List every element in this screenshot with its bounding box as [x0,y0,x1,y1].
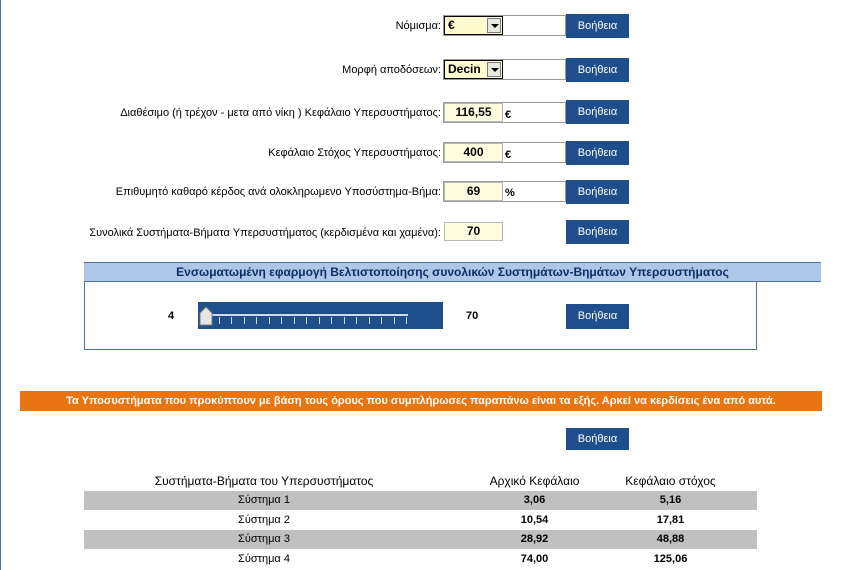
slider-tick [293,317,295,324]
total-systems-label: Συνολικά Συστήματα-Βήματα Υπερσυστήματος… [89,227,441,239]
target-capital-label: Κεφάλαιο Στόχος Υπερσυστήματος: [268,147,441,159]
slider-tick [256,317,257,324]
slider-tick [243,317,245,324]
target-capital: 48,88 [656,533,685,545]
slider-thumb[interactable] [199,306,213,326]
slider-max-value: 70 [466,310,479,322]
col-header-initial: Αρχικό Κεφάλαιο [489,474,580,488]
initial-capital: 10,54 [520,514,549,526]
desired-profit-label: Επιθυμητό καθαρό κέρδος ανά ολοκληρωμενο… [115,186,441,198]
system-name: Σύστημα 1 [238,494,290,506]
table-row: Σύστημα 4 74,00 125,06 [84,550,757,569]
target-capital: 17,81 [656,514,685,526]
system-name: Σύστημα 3 [238,533,290,545]
slider-tick [343,317,345,324]
slider-tick [268,317,270,324]
slider-tick [281,317,282,324]
desired-profit-input[interactable]: 69 [444,182,503,201]
system-name: Σύστημα 4 [238,553,290,565]
currency-value: € [448,18,455,32]
target-capital-unit: € [505,149,512,161]
slider-min-value: 4 [168,310,175,322]
currency-help-button[interactable]: Βοήθεια [566,14,629,38]
slider-tick [406,317,407,324]
currency-label: Νόμισμα: [395,20,441,32]
optimizer-title: Ενσωματωμένη εφαρμογή Βελτιστοποίησης συ… [84,262,821,282]
optimizer-help-button[interactable]: Βοήθεια [566,304,629,329]
initial-capital: 74,00 [520,553,549,565]
available-capital-unit: € [505,109,512,121]
results-banner: Τα Υποσυστήματα που προκύπτουν με βάση τ… [20,391,822,411]
total-systems-help-button[interactable]: Βοήθεια [566,220,629,244]
odds-format-label: Μορφή αποδόσεων: [342,64,441,76]
odds-format-select[interactable]: Decin [444,60,503,79]
chevron-down-icon[interactable] [487,62,501,77]
left-border [0,0,1,570]
available-capital-label: Διαθέσιμο (ή τρέχον - μετα από νίκη ) Κε… [120,107,441,119]
target-capital: 125,06 [653,553,688,565]
col-header-systems: Συστήματα-Βήματα του Υπερσυστήματος [154,474,374,488]
initial-capital: 28,92 [520,533,549,545]
desired-profit-unit: % [505,187,515,199]
table-row: Σύστημα 2 10,54 17,81 [84,511,757,530]
currency-select[interactable]: € [444,16,503,35]
slider-tick [306,317,307,324]
target-capital-help-button[interactable]: Βοήθεια [566,141,629,165]
slider-tick [318,317,320,324]
desired-profit-help-button[interactable]: Βοήθεια [566,180,629,204]
slider-tick [356,317,357,324]
initial-capital: 3,06 [523,494,546,506]
odds-format-help-button[interactable]: Βοήθεια [566,58,629,82]
col-header-target: Κεφάλαιο στόχος [625,474,716,488]
target-capital-input[interactable]: 400 [444,143,503,162]
chevron-down-icon[interactable] [487,18,501,33]
results-help-button[interactable]: Βοήθεια [566,428,629,450]
slider-tick [331,317,332,324]
slider-rail [203,314,408,316]
total-systems-input[interactable]: 70 [444,222,503,241]
slider-tick [218,317,220,324]
odds-format-value: Decin [448,62,481,76]
available-capital-input[interactable]: 116,55 [444,103,503,122]
available-capital-help-button[interactable]: Βοήθεια [566,100,629,124]
slider-tick [381,317,382,324]
table-row: Σύστημα 1 3,06 5,16 [84,491,757,510]
system-name: Σύστημα 2 [238,514,290,526]
table-row: Σύστημα 3 28,92 48,88 [84,530,757,549]
slider-tick [393,317,395,324]
target-capital: 5,16 [659,494,682,506]
slider-tick [368,317,370,324]
slider-tick [231,317,232,324]
